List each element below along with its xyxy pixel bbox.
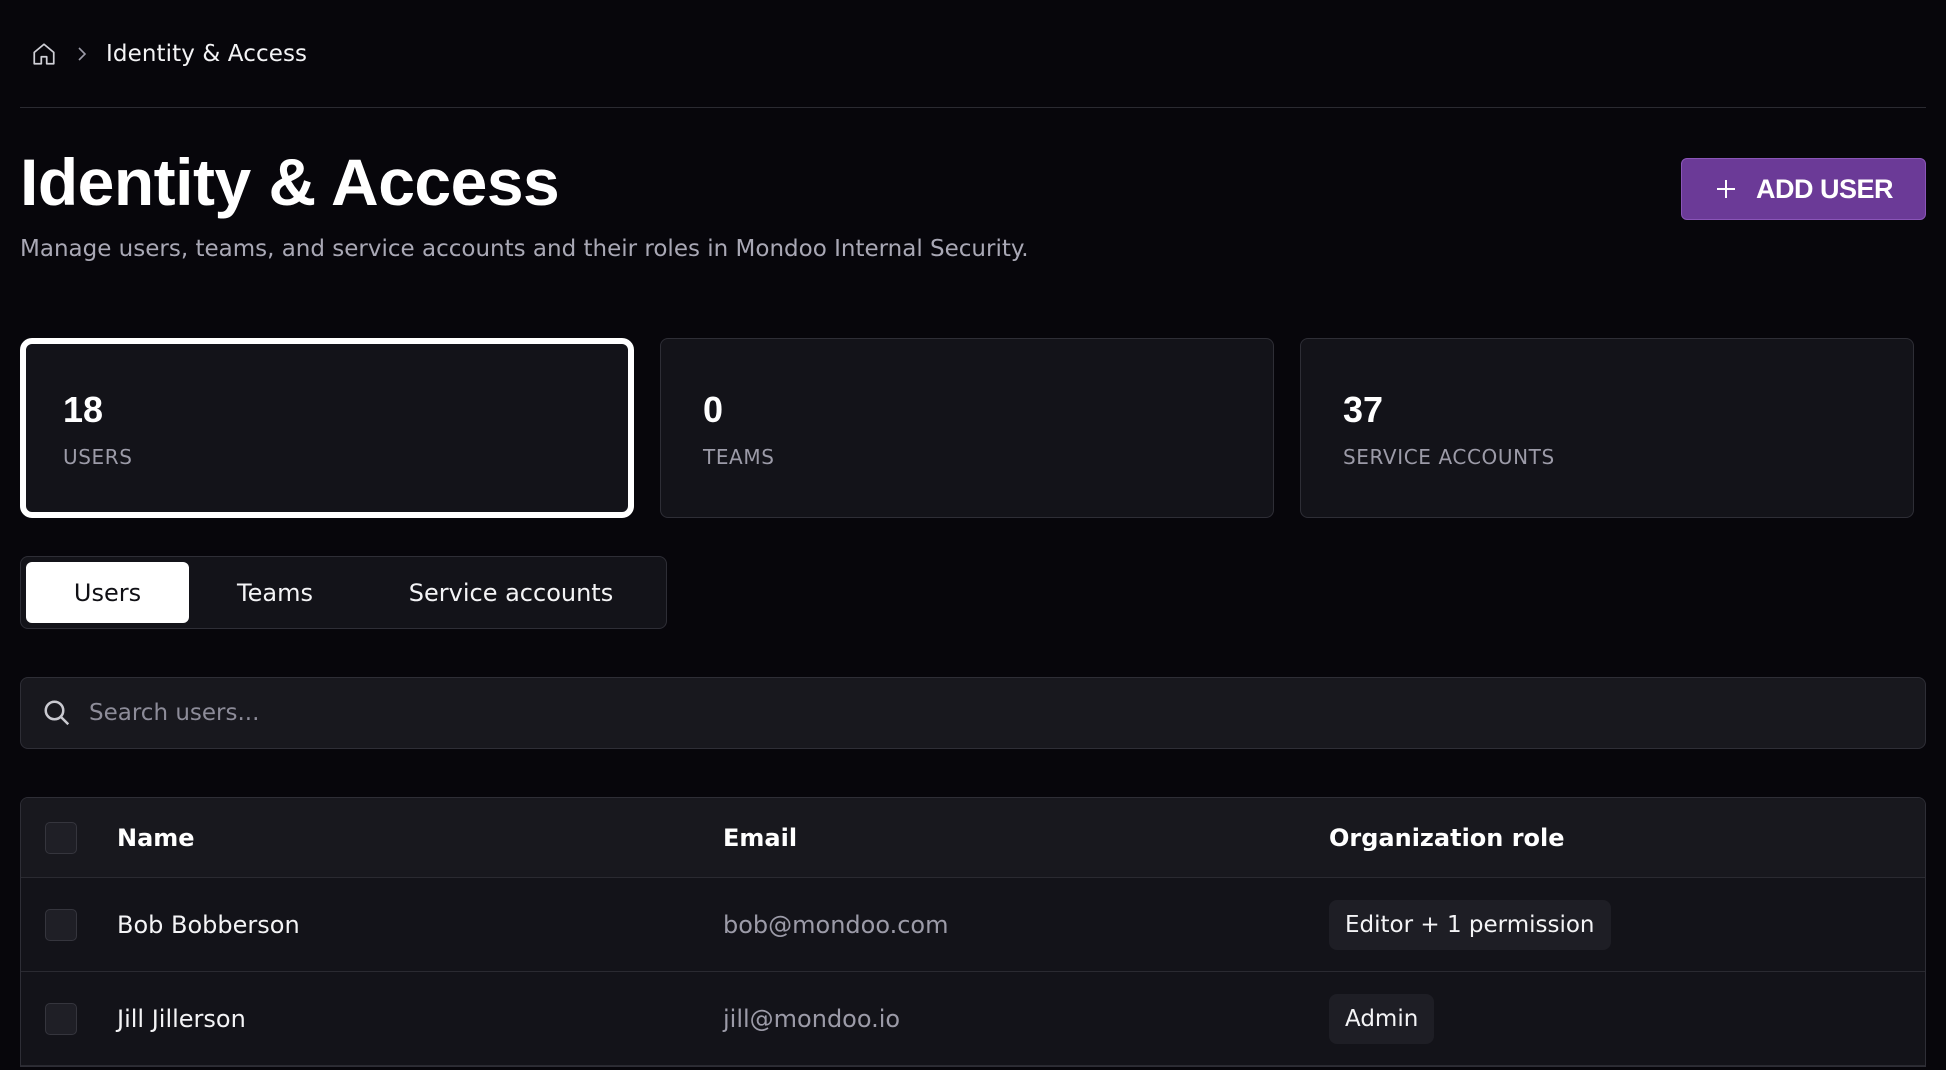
search-icon bbox=[41, 697, 73, 729]
search-bar bbox=[20, 677, 1926, 749]
stat-card-users[interactable]: 18 USERS bbox=[20, 338, 634, 518]
user-name: Bob Bobberson bbox=[117, 910, 300, 939]
tab-teams[interactable]: Teams bbox=[189, 562, 361, 623]
stat-label: TEAMS bbox=[703, 445, 775, 469]
role-badge[interactable]: Editor + 1 permission bbox=[1329, 899, 1611, 950]
user-email: bob@mondoo.com bbox=[723, 910, 949, 939]
stat-card-service-accounts[interactable]: 37 SERVICE ACCOUNTS bbox=[1300, 338, 1914, 518]
table-header-row: Name Email Organization role bbox=[21, 798, 1925, 878]
table-row[interactable]: Bob Bobberson bob@mondoo.com Editor + 1 … bbox=[21, 878, 1925, 972]
user-name: Jill Jillerson bbox=[117, 1004, 246, 1033]
chevron-right-icon bbox=[68, 40, 96, 68]
stat-value: 0 bbox=[703, 389, 724, 430]
row-checkbox[interactable] bbox=[45, 1002, 77, 1035]
stat-label: SERVICE ACCOUNTS bbox=[1343, 445, 1555, 469]
breadcrumb: Identity & Access bbox=[20, 0, 1926, 108]
plus-icon bbox=[1714, 177, 1738, 201]
breadcrumb-current: Identity & Access bbox=[106, 40, 308, 67]
user-email: jill@mondoo.io bbox=[723, 1004, 901, 1033]
page-subtitle: Manage users, teams, and service account… bbox=[20, 236, 1029, 262]
tab-service-accounts[interactable]: Service accounts bbox=[361, 562, 661, 623]
page-title: Identity & Access bbox=[20, 145, 560, 219]
identity-access-page: Identity & Access Identity & Access Mana… bbox=[0, 0, 1946, 1070]
stat-card-teams[interactable]: 0 TEAMS bbox=[660, 338, 1274, 518]
stat-value: 18 bbox=[63, 389, 104, 430]
stat-label: USERS bbox=[63, 445, 133, 469]
stat-cards: 18 USERS 0 TEAMS 37 SERVICE ACCOUNTS bbox=[20, 338, 1926, 518]
tab-bar: Users Teams Service accounts bbox=[20, 556, 667, 629]
column-header-email[interactable]: Email bbox=[723, 824, 1329, 852]
stat-value: 37 bbox=[1343, 389, 1384, 430]
row-checkbox[interactable] bbox=[45, 908, 77, 941]
search-input[interactable] bbox=[89, 700, 1925, 726]
role-badge[interactable]: Admin bbox=[1329, 993, 1435, 1044]
page-header: Identity & Access Manage users, teams, a… bbox=[20, 108, 1926, 338]
column-header-name[interactable]: Name bbox=[117, 824, 723, 852]
select-all-checkbox[interactable] bbox=[45, 821, 77, 854]
users-table: Name Email Organization role Bob Bobbers… bbox=[20, 797, 1926, 1067]
tab-users[interactable]: Users bbox=[26, 562, 189, 623]
add-user-button[interactable]: ADD USER bbox=[1681, 158, 1926, 220]
column-header-role[interactable]: Organization role bbox=[1329, 824, 1925, 852]
add-user-label: ADD USER bbox=[1755, 173, 1894, 204]
home-icon[interactable] bbox=[30, 40, 58, 68]
table-row[interactable]: Jill Jillerson jill@mondoo.io Admin bbox=[21, 972, 1925, 1066]
